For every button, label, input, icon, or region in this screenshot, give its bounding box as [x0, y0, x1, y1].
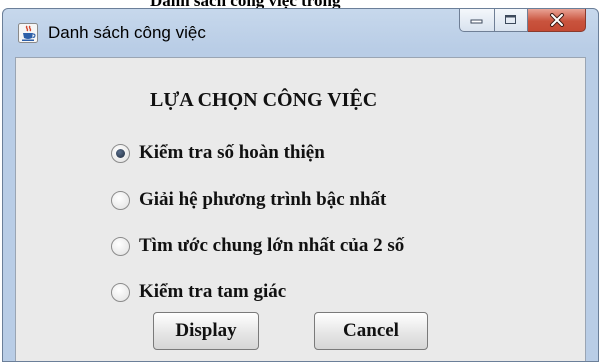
background-caption-strip: Danh sách công việc trong — [0, 0, 601, 8]
option-label: Giải hệ phương trình bậc nhất — [139, 189, 387, 210]
window-title: Danh sách công việc — [48, 23, 206, 42]
close-button[interactable] — [528, 9, 586, 32]
maximize-button[interactable] — [495, 9, 528, 32]
minimize-icon — [470, 19, 483, 24]
title-bar[interactable]: Danh sách công việc — [3, 9, 598, 57]
option-triangle[interactable]: Kiểm tra tam giác — [111, 279, 286, 305]
radio-unselected-icon[interactable] — [111, 190, 130, 210]
form-heading: LỰA CHỌN CÔNG VIỆC — [150, 89, 378, 111]
option-perfect-number[interactable]: Kiểm tra số hoàn thiện — [111, 140, 325, 166]
option-label: Kiểm tra số hoàn thiện — [139, 142, 325, 163]
dialog-content: LỰA CHỌN CÔNG VIỆC Kiểm tra số hoàn thiệ… — [15, 57, 586, 361]
option-label: Kiểm tra tam giác — [139, 281, 287, 302]
dialog-window: Danh sách công việc LỰA CHỌN CÔNG VIỆC K… — [2, 8, 599, 362]
java-cup-icon — [18, 23, 38, 43]
option-linear-system[interactable]: Giải hệ phương trình bậc nhất — [111, 187, 386, 213]
close-icon — [549, 13, 564, 27]
maximize-icon — [505, 15, 516, 24]
minimize-button[interactable] — [459, 9, 495, 32]
option-gcd[interactable]: Tìm ước chung lớn nhất của 2 số — [111, 233, 404, 259]
cancel-button[interactable]: Cancel — [314, 312, 428, 350]
display-button[interactable]: Display — [153, 312, 259, 350]
option-label: Tìm ước chung lớn nhất của 2 số — [139, 235, 405, 256]
caption-buttons — [459, 9, 586, 33]
radio-selected-icon[interactable] — [111, 143, 130, 163]
radio-unselected-icon[interactable] — [111, 282, 130, 302]
background-caption: Danh sách công việc trong — [150, 0, 340, 8]
radio-unselected-icon[interactable] — [111, 236, 130, 256]
